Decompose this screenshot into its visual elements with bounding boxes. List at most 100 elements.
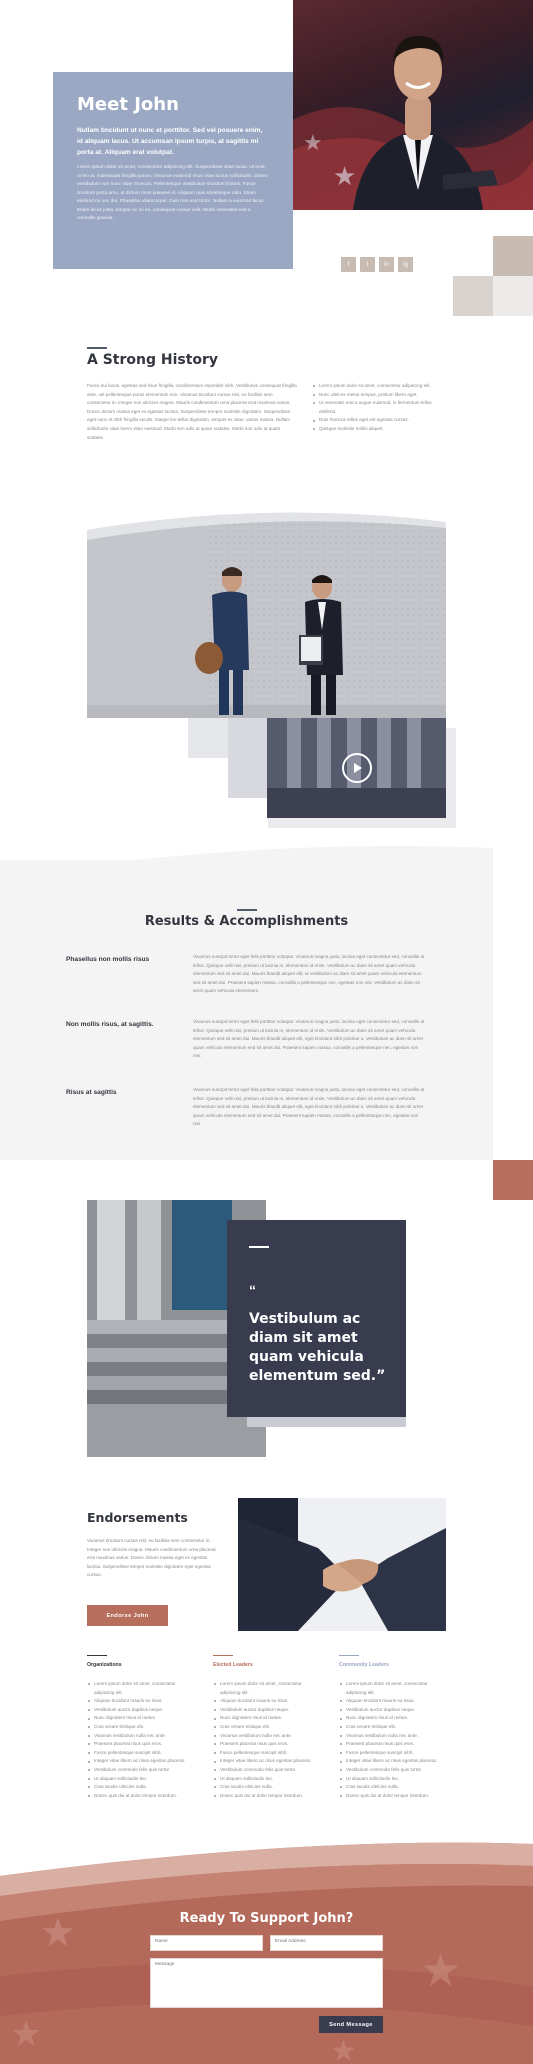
contact-section: ★ ★ ★ ★ Ready To Support John? Name Emai…: [0, 1836, 533, 2064]
list-item: Praesent placerat risus quis eros.: [87, 1740, 197, 1749]
list-item: Aliquam tincidunt mauris eu risus.: [339, 1697, 446, 1706]
history-accent-line: [87, 347, 107, 349]
endorse-title: Endorsements: [87, 1510, 188, 1525]
result-heading: Phasellus non mollis risus: [66, 956, 150, 963]
list-item: Cras ornare tristique elit.: [87, 1723, 197, 1732]
decor-square: [453, 276, 493, 316]
decor-square: [228, 718, 268, 798]
list-item: Lorem ipsum dolor sit amet, consectetur …: [339, 1680, 446, 1697]
list-item: Cras iaculis ultricies nulla.: [339, 1783, 446, 1792]
quote-text: Vestibulum ac diam sit amet quam vehicul…: [249, 1311, 386, 1384]
list-item: Lorem ipsum dolor sit amet, consectetur …: [87, 1680, 197, 1697]
list-item: Nunc dignissim risus id metus.: [213, 1714, 323, 1723]
history-bullet-list: Lorem ipsum dolor sit amet, consectetur …: [312, 382, 447, 434]
column-title-organizations: Organizations: [87, 1662, 122, 1668]
list-item: Cras ornare tristique elit.: [213, 1723, 323, 1732]
send-message-button[interactable]: Send Message: [319, 2016, 383, 2033]
history-paragraph: Fusce dui lacus, egestas sed risus fring…: [87, 383, 297, 440]
hero-body-text: Lorem ipsum dolor sit amet, consectetur …: [77, 165, 269, 221]
list-item: Cras iaculis ultricies nulla.: [87, 1783, 197, 1792]
decor-square: [493, 276, 533, 316]
instagram-icon[interactable]: ig: [398, 257, 413, 272]
list-item: Lorem ipsum dolor sit amet, consectetur …: [312, 382, 447, 391]
list-item: Vestibulum commodo felis quis tortor.: [87, 1766, 197, 1775]
list-item: Vestibulum auctor dapibus neque.: [339, 1706, 446, 1715]
list-item: Vivamus vestibulum nulla nec ante.: [339, 1732, 446, 1741]
facebook-glyph: f: [347, 261, 350, 268]
results-accent-line: [237, 909, 257, 911]
list-item: Nunc dignissim risus id metus.: [87, 1714, 197, 1723]
social-links: f t in ig: [341, 257, 413, 272]
list-item: Donec quis dui at dolor tempor interdum.: [213, 1792, 323, 1801]
list-item: Integer vitae libero ac risus egestas pl…: [213, 1757, 323, 1766]
list-item: Nunc ultrices metus tempus, pretium libe…: [312, 391, 447, 400]
list-item: Vestibulum commodo felis quis tortor.: [213, 1766, 323, 1775]
quote-mark-icon: “: [249, 1282, 256, 1298]
video-thumbnail[interactable]: [267, 718, 446, 818]
flag-background: ★ ★ ★ ★: [0, 1836, 533, 2064]
result-text: Vivamus suscipit tortor eget felis portt…: [193, 954, 425, 994]
result-heading: Risus at sagittis: [66, 1089, 117, 1096]
svg-text:★: ★: [303, 130, 323, 155]
list-item: Vivamus vestibulum nulla nec ante.: [87, 1732, 197, 1741]
linkedin-glyph: in: [384, 261, 389, 268]
list-item: Vivamus vestibulum nulla nec ante.: [213, 1732, 323, 1741]
list-item: Aliquam tincidunt mauris eu risus.: [87, 1697, 197, 1706]
result-text: Vivamus suscipit tortor eget felis portt…: [193, 1019, 425, 1059]
list-item: Fusce pellentesque suscipit nibh.: [87, 1749, 197, 1758]
handshake-photo: [238, 1498, 446, 1631]
organizations-accent: [87, 1655, 107, 1656]
list-item: Ut aliquam sollicitudin leo.: [87, 1775, 197, 1784]
endorse-text: Vivamus tincidunt cursus nisl, eu facili…: [87, 1538, 216, 1578]
result-heading: Non mollis risus, at sagittis.: [66, 1021, 154, 1028]
list-item: Fusce pellentesque suscipit nibh.: [213, 1749, 323, 1758]
organizations-list: Lorem ipsum dolor sit amet, consectetur …: [87, 1680, 197, 1800]
email-field[interactable]: Email Address: [270, 1935, 383, 1951]
list-item: Donec quis dui at dolor tempor interdum.: [339, 1792, 446, 1801]
list-item: Donec quis dui at dolor tempor interdum.: [87, 1792, 197, 1801]
portrait-illustration: ★ ★: [293, 35, 533, 210]
wave-divider: [0, 846, 493, 878]
list-item: Fusce pellentesque suscipit nibh.: [339, 1749, 446, 1758]
hero-title: Meet John: [77, 94, 179, 115]
list-item: Vestibulum auctor dapibus neque.: [87, 1706, 197, 1715]
decor-square: [493, 1160, 533, 1200]
decor-square: [188, 718, 228, 758]
meeting-illustration: [87, 510, 446, 718]
hero-portrait-image: ★ ★: [293, 0, 533, 210]
play-icon[interactable]: [342, 753, 372, 783]
handshake-illustration: [238, 1498, 446, 1631]
name-field[interactable]: Name: [150, 1935, 263, 1951]
facebook-icon[interactable]: f: [341, 257, 356, 272]
twitter-icon[interactable]: t: [360, 257, 375, 272]
column-title-community: Community Leaders: [339, 1662, 389, 1668]
community-list: Lorem ipsum dolor sit amet, consectetur …: [339, 1680, 446, 1800]
list-item: Integer vitae libero ac risus egestas pl…: [87, 1757, 197, 1766]
list-item: Quisque molestie mollis aliquet.: [312, 425, 447, 434]
list-item: Ut aliquam sollicitudin leo.: [213, 1775, 323, 1784]
results-title: Results & Accomplishments: [144, 914, 349, 929]
column-title-elected: Elected Leaders: [213, 1662, 253, 1668]
message-field[interactable]: Message: [150, 1958, 383, 2008]
linkedin-icon[interactable]: in: [379, 257, 394, 272]
instagram-glyph: ig: [403, 261, 408, 268]
elected-accent: [213, 1655, 233, 1656]
list-item: Vestibulum auctor dapibus neque.: [213, 1706, 323, 1715]
list-item: Aliquam tincidunt mauris eu risus.: [213, 1697, 323, 1706]
hero-intro-card: Meet John Nullam tincidunt ut nunc et po…: [53, 72, 293, 269]
community-accent: [339, 1655, 359, 1656]
list-item: Praesent placerat risus quis eros.: [213, 1740, 323, 1749]
list-item: Ut aliquam sollicitudin leo.: [339, 1775, 446, 1784]
svg-text:★: ★: [333, 161, 356, 191]
quote-card: “ Vestibulum ac diam sit amet quam vehic…: [227, 1220, 406, 1417]
list-item: Integer vitae libero ac risus egestas pl…: [339, 1757, 446, 1766]
decor-square: [493, 236, 533, 276]
svg-text:★: ★: [420, 1944, 461, 1996]
svg-text:★: ★: [330, 2035, 357, 2064]
list-item: Nunc dignissim risus id metus.: [339, 1714, 446, 1723]
twitter-glyph: t: [366, 261, 369, 268]
contact-title: Ready To Support John?: [179, 1911, 354, 1926]
history-title: A Strong History: [87, 352, 219, 368]
endorse-button[interactable]: Endorse John: [87, 1605, 168, 1626]
svg-text:★: ★: [10, 2013, 42, 2054]
